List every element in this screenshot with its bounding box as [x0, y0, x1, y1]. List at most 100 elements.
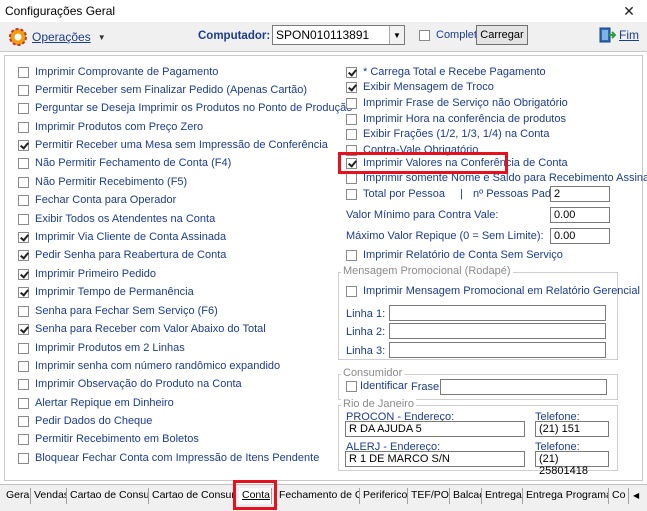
- option-bloquear-fechar-pendente[interactable]: Bloquear Fechar Conta com Impressão de I…: [18, 452, 319, 464]
- chevron-down-icon: ▼: [97, 32, 106, 42]
- checkbox-box[interactable]: [18, 139, 29, 151]
- chevron-down-icon[interactable]: ▼: [389, 26, 404, 44]
- option-fechar-conta-operador[interactable]: Fechar Conta para Operador: [18, 194, 176, 206]
- option-preco-zero[interactable]: Imprimir Produtos com Preço Zero: [18, 121, 203, 133]
- option-alertar-repique[interactable]: Alertar Repique em Dinheiro: [18, 397, 174, 409]
- valor-minimo-label: Valor Mínimo para Contra Vale:: [346, 209, 499, 221]
- checkbox-box[interactable]: [346, 285, 357, 297]
- tab-fechamento-caixa[interactable]: Fechamento de Caixa: [276, 488, 360, 504]
- tab-cartao-consumo-1[interactable]: Cartao de Consumo: [67, 488, 149, 504]
- checkbox-box[interactable]: [18, 378, 29, 390]
- linha-3-input[interactable]: [389, 342, 606, 358]
- frase-input[interactable]: [440, 379, 607, 395]
- checkbox-box[interactable]: [346, 380, 357, 392]
- checkbox-box[interactable]: [18, 323, 29, 335]
- option-dados-cheque[interactable]: Pedir Dados do Cheque: [18, 415, 152, 427]
- checkbox-box[interactable]: [346, 188, 357, 200]
- checkbox-box[interactable]: [346, 128, 357, 140]
- checkbox-box[interactable]: [346, 249, 357, 261]
- checkbox-box[interactable]: [18, 213, 29, 225]
- option-imprimir-comprovante[interactable]: Imprimir Comprovante de Pagamento: [18, 66, 218, 78]
- option-exibir-atendentes[interactable]: Exibir Todos os Atendentes na Conta: [18, 213, 215, 225]
- procon-telefone-input[interactable]: (21) 151: [535, 421, 609, 437]
- tab-co[interactable]: Co: [609, 488, 629, 504]
- checkbox-box[interactable]: [18, 176, 29, 188]
- computador-select[interactable]: SPON010113891 ▼: [272, 25, 405, 45]
- option-via-cliente-assinada[interactable]: Imprimir Via Cliente de Conta Assinada: [18, 231, 226, 243]
- linha-1-input[interactable]: [389, 305, 606, 321]
- option-label: Imprimir Tempo de Permanência: [35, 286, 194, 298]
- tab-cartao-consumo-2[interactable]: Cartao de Consumo: [149, 488, 235, 504]
- completo-box[interactable]: [419, 29, 430, 41]
- tab-perifericos[interactable]: Perifericos: [360, 488, 408, 504]
- valor-minimo-input[interactable]: 0.00: [550, 207, 610, 223]
- checkbox-box[interactable]: [18, 360, 29, 372]
- option-receber-sem-finalizar[interactable]: Permitir Receber sem Finalizar Pedido (A…: [18, 84, 307, 96]
- checkbox-box[interactable]: [18, 397, 29, 409]
- checkbox-box[interactable]: [18, 249, 29, 261]
- option-produtos-2-linhas[interactable]: Imprimir Produtos em 2 Linhas: [18, 342, 185, 354]
- option-nao-permitir-fechamento[interactable]: Não Permitir Fechamento de Conta (F4): [18, 157, 231, 169]
- checkbox-box[interactable]: [18, 452, 29, 464]
- option-senha-randomico[interactable]: Imprimir senha com número randômico expa…: [18, 360, 280, 372]
- carregar-button[interactable]: Carregar: [476, 25, 528, 45]
- option-tempo-permanencia[interactable]: Imprimir Tempo de Permanência: [18, 286, 194, 298]
- checkbox-box[interactable]: [18, 415, 29, 427]
- checkbox-box[interactable]: [346, 113, 357, 125]
- alerj-telefone-input[interactable]: (21) 25801418: [535, 451, 609, 477]
- fim-button[interactable]: Fim: [598, 26, 639, 44]
- option-exibir-fracoes[interactable]: Exibir Frações (1/2, 1/3, 1/4) na Conta: [346, 128, 549, 140]
- valor-repique-label: Máximo Valor Repique (0 = Sem Limite):: [346, 230, 544, 242]
- checkbox-box[interactable]: [346, 81, 357, 93]
- procon-endereco-input[interactable]: R DA AJUDA 5: [345, 421, 525, 437]
- option-senha-reabertura[interactable]: Pedir Senha para Reabertura de Conta: [18, 249, 226, 261]
- close-button[interactable]: ✕: [611, 0, 647, 22]
- alerj-endereco-input[interactable]: R 1 DE MARCO S/N: [345, 451, 525, 467]
- operacoes-menu[interactable]: Operações ▼: [8, 27, 106, 47]
- total-por-pessoa-checkbox[interactable]: Total por Pessoa: [346, 188, 445, 200]
- checkbox-box[interactable]: [18, 305, 29, 317]
- option-receber-mesa-sem-conferencia[interactable]: Permitir Receber uma Mesa sem Impressão …: [18, 139, 328, 151]
- option-hora-conferencia[interactable]: Imprimir Hora na conferência de produtos: [346, 113, 566, 125]
- option-senha-fechar-sem-servico[interactable]: Senha para Fechar Sem Serviço (F6): [18, 305, 218, 317]
- checkbox-box[interactable]: [18, 433, 29, 445]
- checkbox-box[interactable]: [18, 231, 29, 243]
- tab-bar: Geral Vendas Cartao de Consumo Cartao de…: [0, 484, 647, 511]
- option-label: Imprimir Comprovante de Pagamento: [35, 66, 219, 78]
- tab-entrega-programada[interactable]: Entrega Programada: [523, 488, 609, 504]
- tab-scroll-left-icon[interactable]: ◀: [630, 488, 646, 504]
- option-perguntar-imprimir-producao[interactable]: Perguntar se Deseja Imprimir os Produtos…: [18, 102, 352, 114]
- checkbox-box[interactable]: [18, 121, 29, 133]
- option-mensagem-troco[interactable]: Exibir Mensagem de Troco: [346, 81, 494, 93]
- tab-balcao[interactable]: Balcao: [450, 488, 482, 504]
- option-relatorio-sem-servico[interactable]: Imprimir Relatório de Conta Sem Serviço: [346, 249, 563, 261]
- completo-checkbox[interactable]: Completo: [419, 29, 483, 41]
- checkbox-box[interactable]: [346, 66, 357, 78]
- checkbox-box[interactable]: [346, 97, 357, 109]
- pessoas-padrao-input[interactable]: 2: [550, 186, 610, 202]
- option-carrega-total[interactable]: * Carrega Total e Recebe Pagamento: [346, 66, 546, 78]
- checkbox-box[interactable]: [18, 268, 29, 280]
- tab-geral[interactable]: Geral: [3, 488, 31, 504]
- tab-tef-pos[interactable]: TEF/POS: [408, 488, 450, 504]
- option-senha-valor-abaixo[interactable]: Senha para Receber com Valor Abaixo do T…: [18, 323, 266, 335]
- checkbox-box[interactable]: [346, 172, 357, 184]
- linha-2-input[interactable]: [389, 323, 606, 339]
- tab-vendas[interactable]: Vendas: [31, 488, 67, 504]
- checkbox-box[interactable]: [18, 342, 29, 354]
- checkbox-box[interactable]: [18, 157, 29, 169]
- checkbox-box[interactable]: [18, 66, 29, 78]
- option-observacao-produto[interactable]: Imprimir Observação do Produto na Conta: [18, 378, 242, 390]
- checkbox-box[interactable]: [18, 286, 29, 298]
- checkbox-box[interactable]: [18, 102, 29, 114]
- identificar-checkbox[interactable]: Identificar: [346, 380, 408, 392]
- option-frase-servico[interactable]: Imprimir Frase de Serviço não Obrigatóri…: [346, 97, 568, 109]
- tab-entregas[interactable]: Entregas: [482, 488, 523, 504]
- option-nao-permitir-recebimento[interactable]: Não Permitir Recebimento (F5): [18, 176, 187, 188]
- checkbox-box[interactable]: [18, 194, 29, 206]
- option-imprimir-primeiro-pedido[interactable]: Imprimir Primeiro Pedido: [18, 268, 156, 280]
- valor-repique-input[interactable]: 0.00: [550, 228, 610, 244]
- checkbox-box[interactable]: [18, 84, 29, 96]
- option-mensagem-promocional[interactable]: Imprimir Mensagem Promocional em Relatór…: [346, 285, 640, 297]
- option-recebimento-boletos[interactable]: Permitir Recebimento em Boletos: [18, 433, 199, 445]
